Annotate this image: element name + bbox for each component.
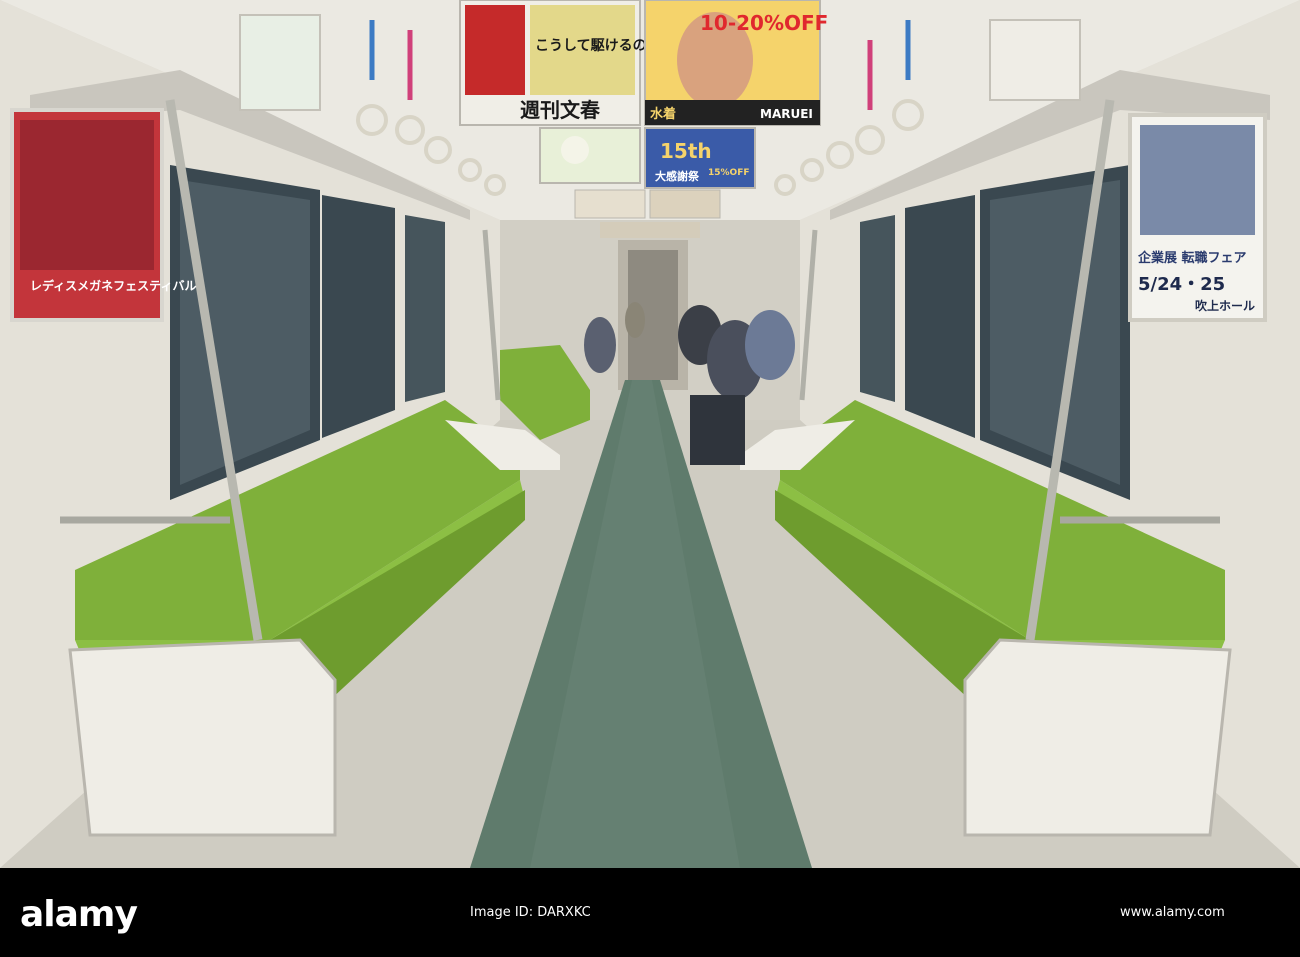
stock-photo-footer: alamy Image ID: DARXKC www.alamy.com [0, 868, 1300, 957]
flower-ad [539, 127, 641, 184]
far-hanging-ad-3 [600, 222, 700, 238]
job-fair-poster-photo [1140, 125, 1255, 235]
site-url: www.alamy.com [1120, 905, 1225, 920]
upper-wall-ad-right [989, 19, 1081, 101]
right-bench-armrest-panel [963, 638, 1232, 837]
weekly-magazine-headline: こうして駆けるの [535, 38, 647, 54]
flower-ad-blossom [561, 136, 589, 164]
left-wall-poster-text: レディスメガネフェスティバル [30, 278, 196, 293]
sale-ad-discount: 10-20%OFF [700, 11, 828, 35]
left-bench-armrest-panel [68, 638, 337, 837]
image-id-label: Image ID: DARXKC [470, 905, 591, 920]
job-fair-title: 企業展 転職フェア [1137, 250, 1247, 266]
alamy-logo-text: alamy [20, 894, 138, 935]
job-fair-venue: 吹上ホール [1195, 298, 1255, 313]
train-interior-drawing: レディスメガネフェスティバル 企業展 転職フェア 5/24・25 吹上ホール こ… [0, 0, 1300, 868]
sale-ad-swimwear: 水着 [650, 106, 676, 122]
left-window-3 [405, 215, 445, 402]
job-fair-date: 5/24・25 [1138, 274, 1225, 295]
right-window-2 [905, 195, 975, 438]
weekly-magazine-ad-red-block [465, 5, 525, 95]
far-hanging-ad-1 [574, 189, 646, 219]
anniversary-subtitle: 大感謝祭 [655, 169, 700, 183]
left-window-2 [322, 195, 395, 438]
upper-wall-ad-left [239, 14, 321, 111]
train-interior-photo: レディスメガネフェスティバル 企業展 転職フェア 5/24・25 吹上ホール こ… [0, 0, 1300, 868]
left-wall-poster-image [20, 120, 154, 270]
anniversary-number: 15th [660, 139, 712, 163]
right-window-3 [860, 215, 895, 402]
anniversary-discount: 15%OFF [708, 168, 750, 178]
far-hanging-ad-2 [649, 189, 721, 219]
sale-ad-store: MARUEI [760, 107, 813, 121]
weekly-magazine-title: 週刊文春 [520, 98, 601, 122]
